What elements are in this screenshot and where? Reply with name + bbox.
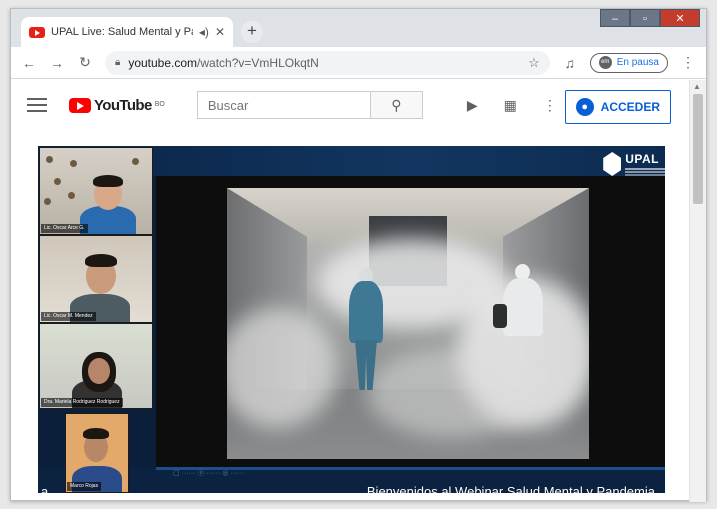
participant-tile: Marco Rojas — [65, 413, 129, 493]
url-path: /watch?v=VmHLOkqtN — [197, 55, 319, 70]
reload-icon[interactable]: ↻ — [77, 54, 93, 71]
browser-toolbar: ← → ↻ 🔒︎ youtube.com/watch?v=VmHLOkqtN ☆… — [11, 47, 706, 79]
bookmark-star-icon[interactable]: ☆ — [528, 55, 540, 71]
paused-label: En pausa — [616, 57, 659, 68]
person-torso — [80, 206, 136, 234]
settings-dots-icon[interactable]: ⋮ — [543, 97, 557, 114]
fogger-tank — [493, 304, 507, 328]
wall-decoration — [70, 160, 77, 167]
brand-name: UPAL — [625, 152, 659, 166]
participant-tile: Lic. Oscar M. Mendez — [39, 235, 153, 323]
browser-menu-icon[interactable]: ⋮ — [680, 54, 696, 71]
maximize-button[interactable]: ▫ — [630, 9, 660, 27]
youtube-favicon-icon — [29, 26, 45, 38]
logo-text: YouTube — [94, 96, 152, 114]
scrollbar-thumb[interactable] — [693, 94, 703, 204]
brand-subtitle-lines — [625, 168, 665, 170]
search-button[interactable]: ⚲ — [370, 91, 423, 119]
tab-title: UPAL Live: Salud Mental y Pa — [51, 26, 193, 38]
participant-name: Dra. Mariela Rodriguez Rodriguez — [41, 398, 123, 407]
minimize-button[interactable]: – — [600, 9, 630, 27]
media-controls-icon[interactable]: ♫ — [562, 55, 578, 71]
fog-cloud — [367, 348, 537, 438]
participant-name: Marco Rojas — [67, 482, 102, 491]
youtube-play-icon — [69, 97, 91, 113]
forward-arrow-icon[interactable]: → — [49, 55, 65, 71]
person-hair — [85, 254, 117, 267]
back-arrow-icon[interactable]: ← — [21, 55, 37, 71]
profile-avatar: em — [598, 56, 612, 69]
page-scrollbar[interactable]: ▲ — [689, 80, 706, 502]
search-input[interactable] — [196, 91, 371, 119]
browser-window: UPAL Live: Salud Mental y Pa ◂) ✕ + – ▫ … — [10, 8, 707, 502]
person-body — [503, 278, 543, 336]
person-hair — [93, 175, 123, 187]
apps-grid-icon[interactable]: ▦ — [504, 97, 517, 114]
search-box: ⚲ — [196, 91, 423, 119]
window-controls: – ▫ ✕ — [600, 9, 700, 27]
hamburger-menu-icon[interactable] — [27, 98, 47, 112]
shared-video-frame — [227, 188, 589, 459]
tab-strip: UPAL Live: Salud Mental y Pa ◂) ✕ + – ▫ … — [11, 9, 706, 47]
profile-paused-button[interactable]: em En pausa — [589, 52, 668, 73]
signin-label: ACCEDER — [600, 100, 660, 114]
wall-decoration — [68, 192, 75, 199]
header-icons: ▶︎ ▦ ⋮ — [467, 97, 557, 114]
wall-decoration — [132, 158, 139, 165]
video-player[interactable]: ▢ ······ ⓞ ······ ◎ ······ UPAL Lic. Osc… — [38, 146, 665, 493]
scroll-up-arrow-icon[interactable]: ▲ — [693, 82, 701, 91]
signin-button[interactable]: ● ACCEDER — [564, 90, 671, 124]
tab-close-icon[interactable]: ✕ — [215, 25, 225, 39]
video-caption: Bienvenidos al Webinar Salud Mental y Pa… — [366, 484, 655, 493]
caption-left-fragment: a — [41, 484, 49, 493]
url-text[interactable]: youtube.com/watch?v=VmHLOkqtN — [128, 56, 318, 70]
social-footer: ▢ ······ ⓞ ······ ◎ ······ — [173, 470, 245, 477]
wall-decoration — [46, 156, 53, 163]
url-host: youtube.com — [128, 55, 198, 70]
lock-icon[interactable]: 🔒︎ — [115, 57, 120, 68]
person-hair — [83, 428, 109, 439]
person-face — [88, 358, 110, 384]
participant-name: Lic. Oscar M. Mendez — [41, 312, 96, 321]
participant-gallery: Lic. Oscar Arce G. Lic. Oscar M. Mendez … — [39, 147, 155, 493]
participant-tile: Dra. Mariela Rodriguez Rodriguez — [39, 323, 153, 409]
wall-decoration — [54, 178, 61, 185]
address-bar[interactable]: 🔒︎ youtube.com/watch?v=VmHLOkqtN ☆ — [105, 50, 550, 75]
new-tab-button[interactable]: + — [241, 21, 263, 43]
speaker-icon[interactable]: ◂) — [199, 25, 209, 39]
window-close-button[interactable]: ✕ — [660, 9, 700, 27]
youtube-logo[interactable]: YouTube BO — [69, 97, 165, 114]
wall-decoration — [44, 198, 51, 205]
participant-name: Lic. Oscar Arce G. — [41, 224, 88, 233]
create-video-icon[interactable]: ▶︎ — [467, 97, 478, 114]
account-circle-icon: ● — [575, 98, 594, 116]
participant-tile: Lic. Oscar Arce G. — [39, 147, 153, 235]
upal-logo-seal-icon — [603, 152, 622, 176]
upal-brand: UPAL — [603, 152, 665, 176]
person-body — [349, 281, 383, 343]
search-icon: ⚲ — [391, 97, 402, 113]
tab-active[interactable]: UPAL Live: Salud Mental y Pa ◂) ✕ — [21, 17, 233, 47]
logo-country-code: BO — [154, 100, 165, 108]
youtube-header: YouTube BO ⚲ ▶︎ ▦ ⋮ ● ACCEDER — [11, 80, 671, 130]
